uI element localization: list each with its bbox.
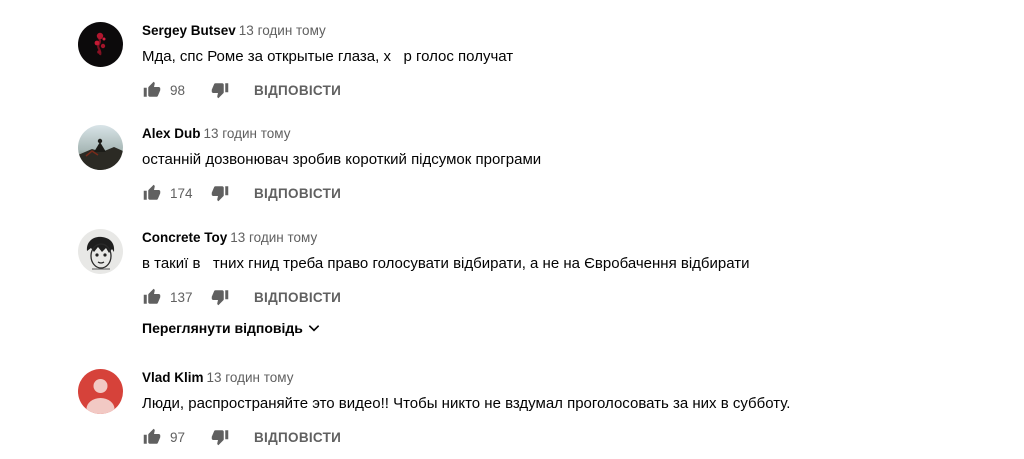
comment-actions: 174 ВІДПОВІСТИ bbox=[142, 182, 978, 204]
thumbs-up-icon[interactable] bbox=[142, 80, 162, 100]
like-count: 174 bbox=[170, 185, 193, 201]
comment-text: Мда, спс Роме за открытые глаза, х р гол… bbox=[142, 48, 514, 65]
comment-timestamp[interactable]: 13 годин тому bbox=[207, 370, 294, 385]
thumbs-down-icon[interactable] bbox=[210, 80, 230, 100]
chevron-down-icon bbox=[308, 325, 320, 332]
comment-author[interactable]: Concrete Toy bbox=[142, 230, 227, 245]
thumbs-up-icon[interactable] bbox=[142, 427, 162, 447]
comment-timestamp[interactable]: 13 годин тому bbox=[204, 126, 291, 141]
comment-text: Люди, распространяйте это видео!! Чтобы … bbox=[142, 395, 791, 412]
thumbs-down-icon[interactable] bbox=[210, 183, 230, 203]
comment-timestamp[interactable]: 13 годин тому bbox=[239, 23, 326, 38]
like-count: 97 bbox=[170, 429, 186, 445]
reply-button[interactable]: ВІДПОВІСТИ bbox=[254, 186, 341, 201]
avatar[interactable] bbox=[78, 369, 123, 414]
comment-timestamp[interactable]: 13 годин тому bbox=[230, 230, 317, 245]
comment-text: останній дозвонювач зробив короткий підс… bbox=[142, 151, 542, 168]
thumbs-down-icon[interactable] bbox=[210, 427, 230, 447]
thumbs-up-icon[interactable] bbox=[142, 287, 162, 307]
thumbs-up-icon[interactable] bbox=[142, 183, 162, 203]
like-count: 98 bbox=[170, 82, 186, 98]
reply-button[interactable]: ВІДПОВІСТИ bbox=[254, 430, 341, 445]
comment-actions: 137 ВІДПОВІСТИ bbox=[142, 286, 978, 308]
comment-author[interactable]: Sergey Butsev bbox=[142, 23, 236, 38]
reply-button[interactable]: ВІДПОВІСТИ bbox=[254, 290, 341, 305]
reply-button[interactable]: ВІДПОВІСТИ bbox=[254, 83, 341, 98]
comment-text: в такиї в тних гнид треба право голосува… bbox=[142, 255, 750, 272]
comment-actions: 97 ВІДПОВІСТИ bbox=[142, 426, 978, 448]
comment-author[interactable]: Vlad Klim bbox=[142, 370, 204, 385]
view-replies-label: Переглянути відповідь bbox=[142, 320, 303, 336]
like-count: 137 bbox=[170, 289, 193, 305]
thumbs-down-icon[interactable] bbox=[210, 287, 230, 307]
comment-author[interactable]: Alex Dub bbox=[142, 126, 201, 141]
view-replies-button[interactable]: Переглянути відповідь bbox=[142, 320, 321, 336]
avatar[interactable] bbox=[78, 22, 123, 67]
avatar[interactable] bbox=[78, 125, 123, 170]
comment-actions: 98 ВІДПОВІСТИ bbox=[142, 79, 978, 101]
avatar[interactable] bbox=[78, 229, 123, 274]
